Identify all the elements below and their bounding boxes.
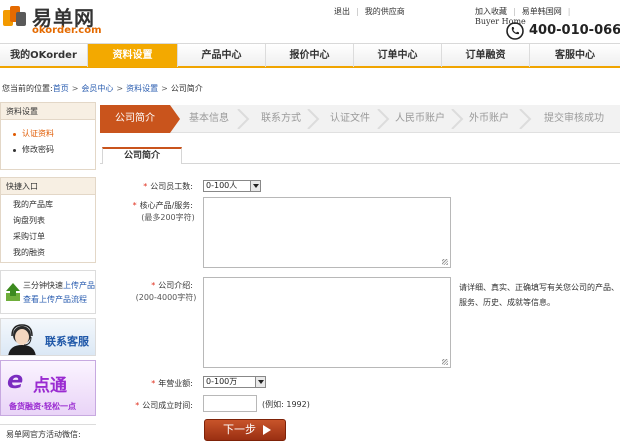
sidebar-quick-box: 快捷入口 我的产品库 询盘列表 采购订单 我的融资 [0,177,96,263]
nav-order-financing[interactable]: 订单融资 [442,44,530,67]
sidebar-item-my-financing[interactable]: 我的融资 [1,245,95,261]
step-submit-review: 提交审核成功 [544,113,604,124]
breadcrumb-member-center[interactable]: 会员中心 [81,84,113,93]
contact-service-text: 联系客服 [45,335,89,348]
main-nav: 我的OKorder 资料设置 产品中心 报价中心 订单中心 订单融资 客服中心 [0,43,620,68]
founded-label: * 公司成立时间: [135,401,193,410]
customer-service-agent-icon [8,324,36,355]
chevron-right-icon [377,109,390,129]
nav-quote-center[interactable]: 报价中心 [266,44,354,67]
step-arrow-icon [170,105,180,133]
logo-domain: okorder.com [32,25,102,36]
sidebar-quick-title: 快捷入口 [1,178,95,195]
play-arrow-icon [263,425,271,435]
edian-logo-e: e [7,366,24,394]
divider: | [567,7,571,16]
next-step-button[interactable]: 下一步 [204,419,286,441]
contact-service-banner[interactable]: 联系客服 [0,318,96,356]
my-suppliers-link[interactable]: 我的供应商 [365,6,405,17]
sidebar-settings-title: 资料设置 [1,103,95,120]
sidebar-item-purchase-orders[interactable]: 采购订单 [1,229,95,245]
registration-steps: 公司简介 基本信息 联系方式 认证文件 人民币账户 外币账户 提交审核成功 [100,105,620,133]
step-company-profile: 公司简介 [100,105,170,133]
company-intro-textarea[interactable] [203,277,451,368]
step-basic-info: 基本信息 [189,113,229,124]
divider: | [513,7,516,16]
upload-flow-link[interactable]: 查看上传产品流程 [23,294,87,305]
resize-handle-icon[interactable] [442,259,448,265]
required-marker: * [143,182,148,191]
upload-product-promo[interactable]: 三分钟快速上传产品 查看上传产品流程 [0,270,96,314]
required-marker: * [151,281,156,290]
breadcrumb: 您当前的位置:首页 > 会员中心 > 资料设置 > 公司简介 [2,83,203,94]
upload-arrow-icon [6,283,20,301]
company-intro-note-line2: 服务、历史、成就等信息。 [459,298,555,307]
founded-example: (例如: 1992) [262,400,310,409]
employees-label: * 公司员工数: [143,182,193,191]
nav-product-center[interactable]: 产品中心 [178,44,266,67]
edian-title: 点通 [33,376,67,396]
sidebar-item-product-library[interactable]: 我的产品库 [1,197,95,213]
phone-icon [506,22,524,40]
breadcrumb-prefix: 您当前的位置: [2,84,53,93]
chevron-right-icon: > [161,84,168,93]
sidebar-item-change-password[interactable]: 修改密码 [1,142,95,158]
next-step-label: 下一步 [223,423,256,436]
step-foreign-account: 外币账户 [469,113,509,124]
core-products-hint: (最多200字符) [141,213,195,222]
employees-value: 0-100人 [206,181,238,190]
logout-link[interactable]: 退出 [334,6,350,17]
tab-company-profile[interactable]: 公司简介 [102,147,182,164]
step-rmb-account: 人民币账户 [395,113,445,124]
step-contact: 联系方式 [261,113,301,124]
add-favorite-link[interactable]: 加入收藏 [475,6,507,17]
breadcrumb-profile-settings[interactable]: 资料设置 [126,84,158,93]
sidebar-item-certification[interactable]: 认证资料 [1,126,95,142]
company-intro-note-line1: 请详细、真实、正确填写有关您公司的产品、 [459,283,619,292]
nav-my-okorder[interactable]: 我的OKorder [0,44,88,67]
company-intro-hint: (200-4000字符) [135,293,197,302]
nav-profile-settings[interactable]: 资料设置 [88,44,178,67]
chevron-right-icon [451,109,464,129]
chevron-right-icon: > [116,84,124,93]
nav-service-center[interactable]: 客服中心 [530,44,620,67]
revenue-value: 0-100万 [206,377,238,386]
company-intro-label: * 公司介绍: [151,281,193,290]
edian-financing-banner[interactable]: e 点通 备货融资·轻松一点 [0,360,96,416]
revenue-label: * 年营业额: [151,379,193,388]
core-products-label: * 核心产品/服务: [132,201,193,210]
divider: | [356,7,359,16]
chevron-down-icon [250,181,260,191]
hotline-number: 400-010-0660 [529,23,620,38]
revenue-select[interactable]: 0-100万 [203,376,266,388]
chevron-right-icon: > [71,84,79,93]
chevron-right-icon [307,109,320,129]
chevron-right-icon [237,109,250,129]
core-products-textarea[interactable] [203,197,451,268]
sidebar-item-inquiry-list[interactable]: 询盘列表 [1,213,95,229]
employees-select[interactable]: 0-100人 [203,180,261,192]
nav-order-center[interactable]: 订单中心 [354,44,442,67]
chevron-right-icon [519,109,532,129]
required-marker: * [135,401,140,410]
korea-site-link[interactable]: 易单韩国网 [522,6,562,17]
breadcrumb-current: 公司简介 [170,84,203,93]
step-certificates: 认证文件 [330,113,370,124]
breadcrumb-home[interactable]: 首页 [53,84,69,93]
founded-year-input[interactable] [203,395,257,412]
resize-handle-icon[interactable] [442,359,448,365]
wechat-promo: 易单网官方活动微信: [0,424,96,445]
logo-mark-icon [3,6,26,26]
edian-slogan: 备货融资·轻松一点 [9,402,77,411]
site-logo[interactable]: 易单网 okorder.com [2,2,112,38]
upload-promo-text: 三分钟快速上传产品 [23,281,95,290]
required-marker: * [132,201,137,210]
sidebar-settings-box: 资料设置 认证资料 修改密码 [0,102,96,170]
top-links-user: 退出 | 我的供应商 [334,6,405,17]
chevron-down-icon [255,377,265,387]
required-marker: * [151,379,156,388]
